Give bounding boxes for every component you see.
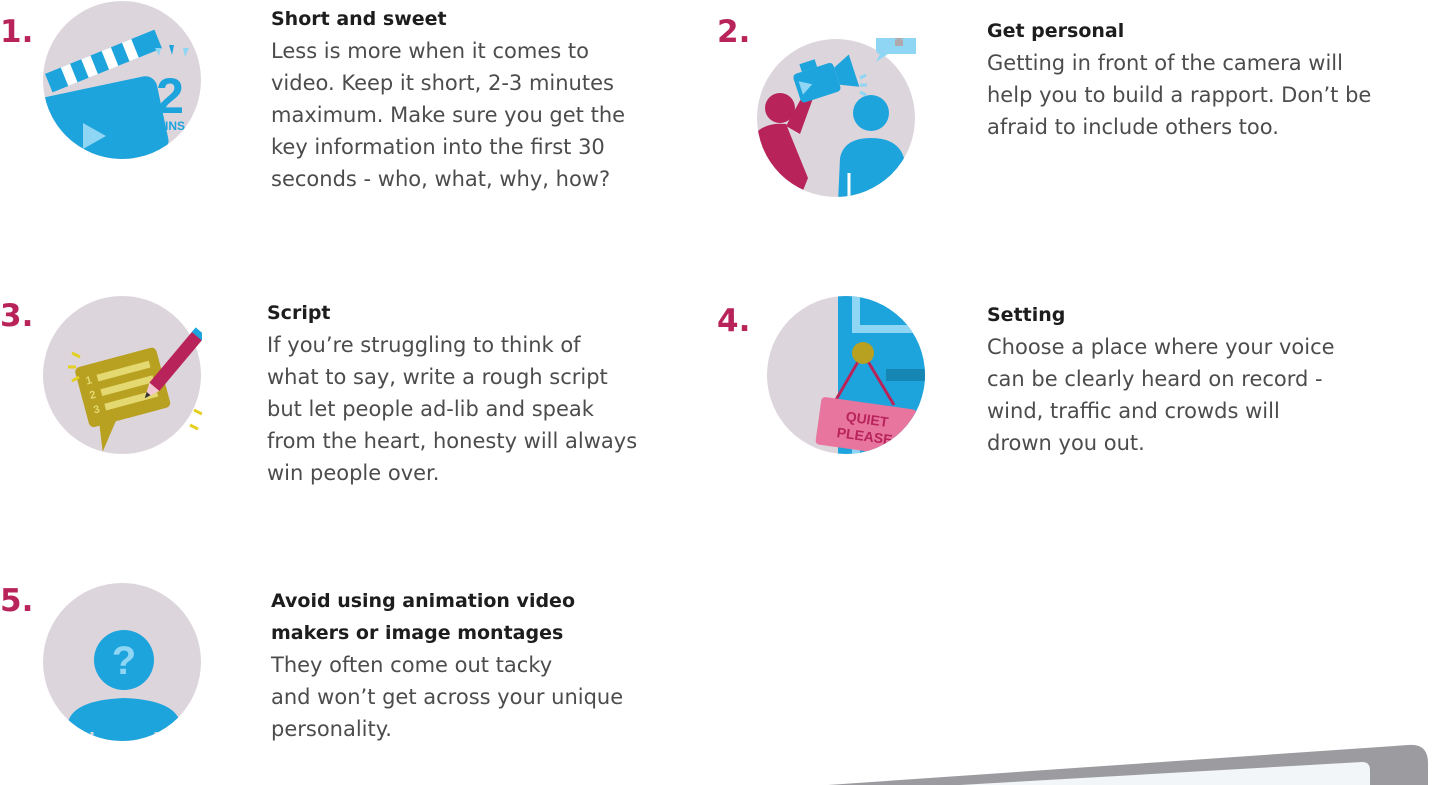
- tip-body-line: wind, traffic and crowds will: [987, 399, 1280, 423]
- tip-body-line: key information into the first 30: [271, 135, 605, 159]
- tip-text: Avoid using animation video makers or im…: [271, 585, 701, 745]
- illustration-2-label: 2: [156, 68, 184, 124]
- tip-body-line: from the heart, honesty will always: [267, 429, 638, 453]
- tip-body-line: Less is more when it comes to: [271, 39, 589, 63]
- tip-body-line: video. Keep it short, 2-3 minutes: [271, 71, 614, 95]
- tip-number: 2.: [717, 14, 751, 50]
- script-pencil-icon: 1 2 3: [42, 295, 202, 455]
- tip-text: Get personal Getting in front of the cam…: [987, 15, 1432, 143]
- tip-title: Short and sweet: [271, 3, 691, 35]
- tip-body-line: afraid to include others too.: [987, 115, 1279, 139]
- tip-text: Setting Choose a place where your voice …: [987, 299, 1427, 459]
- video-clapperboard-2-mins-icon: 2 MINS: [42, 0, 202, 160]
- tip-text: Script If you’re struggling to think of …: [267, 297, 697, 489]
- tip-title-line: Avoid using animation video: [271, 590, 575, 612]
- tip-number: 5.: [0, 583, 34, 619]
- illustration-mins-label: MINS: [155, 119, 185, 133]
- tip-body: If you’re struggling to think of what to…: [267, 329, 697, 489]
- tip-body-line: seconds - who, what, why, how?: [271, 167, 611, 191]
- tip-body-line: If you’re struggling to think of: [267, 333, 581, 357]
- tip-body: Getting in front of the camera will help…: [987, 47, 1432, 143]
- tip-body-line: and won’t get across your unique: [271, 685, 624, 709]
- tip-body-line: drown you out.: [987, 431, 1145, 455]
- tip-title: Get personal: [987, 15, 1432, 47]
- tip-title-line: Get personal: [987, 20, 1125, 42]
- tip-title-line: makers or image montages: [271, 622, 564, 644]
- question-mark-label: ?: [112, 639, 136, 683]
- anonymous-person-question-icon: ?: [42, 582, 202, 742]
- tip-body-line: can be clearly heard on record -: [987, 367, 1323, 391]
- tip-number: 3.: [0, 298, 34, 334]
- tip-text: Short and sweet Less is more when it com…: [271, 3, 691, 195]
- tip-body-line: but let people ad-lib and speak: [267, 397, 594, 421]
- quiet-please-sign-icon: QUIET PLEASE: [766, 295, 926, 455]
- tip-number: 1.: [0, 14, 34, 50]
- tip-title: Setting: [987, 299, 1427, 331]
- tip-body-line: personality.: [271, 717, 392, 741]
- tip-body-line: help you to build a rapport. Don’t be: [987, 83, 1372, 107]
- tip-title-line: Setting: [987, 304, 1066, 326]
- tip-body: Choose a place where your voice can be c…: [987, 331, 1427, 459]
- tip-number: 4.: [717, 303, 751, 339]
- tip-body-line: maximum. Make sure you get the: [271, 103, 626, 127]
- tip-body-line: Choose a place where your voice: [987, 335, 1335, 359]
- tip-body: They often come out tacky and won’t get …: [271, 649, 701, 745]
- tip-body: Less is more when it comes to video. Kee…: [271, 35, 691, 195]
- tip-body-line: Getting in front of the camera will: [987, 51, 1343, 75]
- tip-body-line: They often come out tacky: [271, 653, 553, 677]
- tip-body-line: what to say, write a rough script: [267, 365, 608, 389]
- tip-title: Script: [267, 297, 697, 329]
- tip-title: Avoid using animation video makers or im…: [271, 585, 701, 649]
- person-filming-camera-icon: [756, 38, 916, 198]
- tip-title-line: Script: [267, 302, 331, 324]
- tip-title-line: Short and sweet: [271, 8, 447, 30]
- tip-body-line: win people over.: [267, 461, 440, 485]
